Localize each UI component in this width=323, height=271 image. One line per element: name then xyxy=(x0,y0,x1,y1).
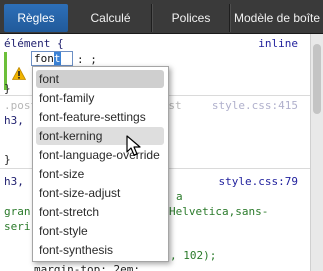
rule3-fragment-gran: gran xyxy=(4,205,31,218)
rule2-selector-line2: h3, xyxy=(4,114,31,127)
element-rule-close: } xyxy=(4,82,11,95)
autocomplete-item-font[interactable]: font xyxy=(36,70,164,88)
rule3-fragment-font: Helvetica,sans- xyxy=(169,205,269,218)
rule2-source-link[interactable]: style.css:415 xyxy=(212,98,298,113)
autocomplete-item-font-size-adjust[interactable]: font-size-adjust xyxy=(36,184,164,202)
warning-icon xyxy=(12,67,26,80)
property-name-typed: fon xyxy=(34,52,54,65)
rule3-fragment-seri: seri xyxy=(4,220,31,233)
mouse-cursor-icon xyxy=(126,135,141,156)
autocomplete-item-font-family[interactable]: font-family xyxy=(36,89,164,107)
autocomplete-item-font-style[interactable]: font-style xyxy=(36,222,164,240)
autocomplete-item-font-feature-settings[interactable]: font-feature-settings xyxy=(36,108,164,126)
rule3-last-line: margin-top: 2em; xyxy=(34,263,140,271)
scrollbar-thumb[interactable] xyxy=(313,44,321,114)
element-rule-origin: inline xyxy=(258,37,298,50)
rule3-source-link[interactable]: style.css:79 xyxy=(219,174,298,189)
tab-computed[interactable]: Calculé xyxy=(70,4,152,32)
property-value-separator: : ; xyxy=(77,53,97,66)
autocomplete-item-font-size[interactable]: font-size xyxy=(36,165,164,183)
property-name-input[interactable]: font xyxy=(31,51,73,66)
autocomplete-item-font-language-override[interactable]: font-language-override xyxy=(36,146,164,164)
tab-bar: Règles Calculé Polices Modèle de boîte xyxy=(0,0,323,34)
property-name-selection: t xyxy=(53,52,61,65)
rule3-fragment-color: , 102); xyxy=(170,249,217,262)
autocomplete-item-font-stretch[interactable]: font-stretch xyxy=(36,203,164,221)
tab-fonts[interactable]: Polices xyxy=(153,4,230,32)
vertical-scrollbar[interactable] xyxy=(310,34,323,271)
tab-rules[interactable]: Règles xyxy=(4,4,68,32)
rule2-close: } xyxy=(4,153,11,166)
tab-box-model[interactable]: Modèle de boîte xyxy=(231,4,323,32)
autocomplete-popup: font font-family font-feature-settings f… xyxy=(32,66,169,262)
rule3-selector-start: h3, xyxy=(4,175,31,188)
rule3-fragment-a: a xyxy=(176,190,183,203)
autocomplete-item-font-kerning[interactable]: font-kerning xyxy=(36,127,164,145)
autocomplete-item-font-synthesis[interactable]: font-synthesis xyxy=(36,241,164,259)
element-rule-selector: élément { xyxy=(4,37,64,50)
